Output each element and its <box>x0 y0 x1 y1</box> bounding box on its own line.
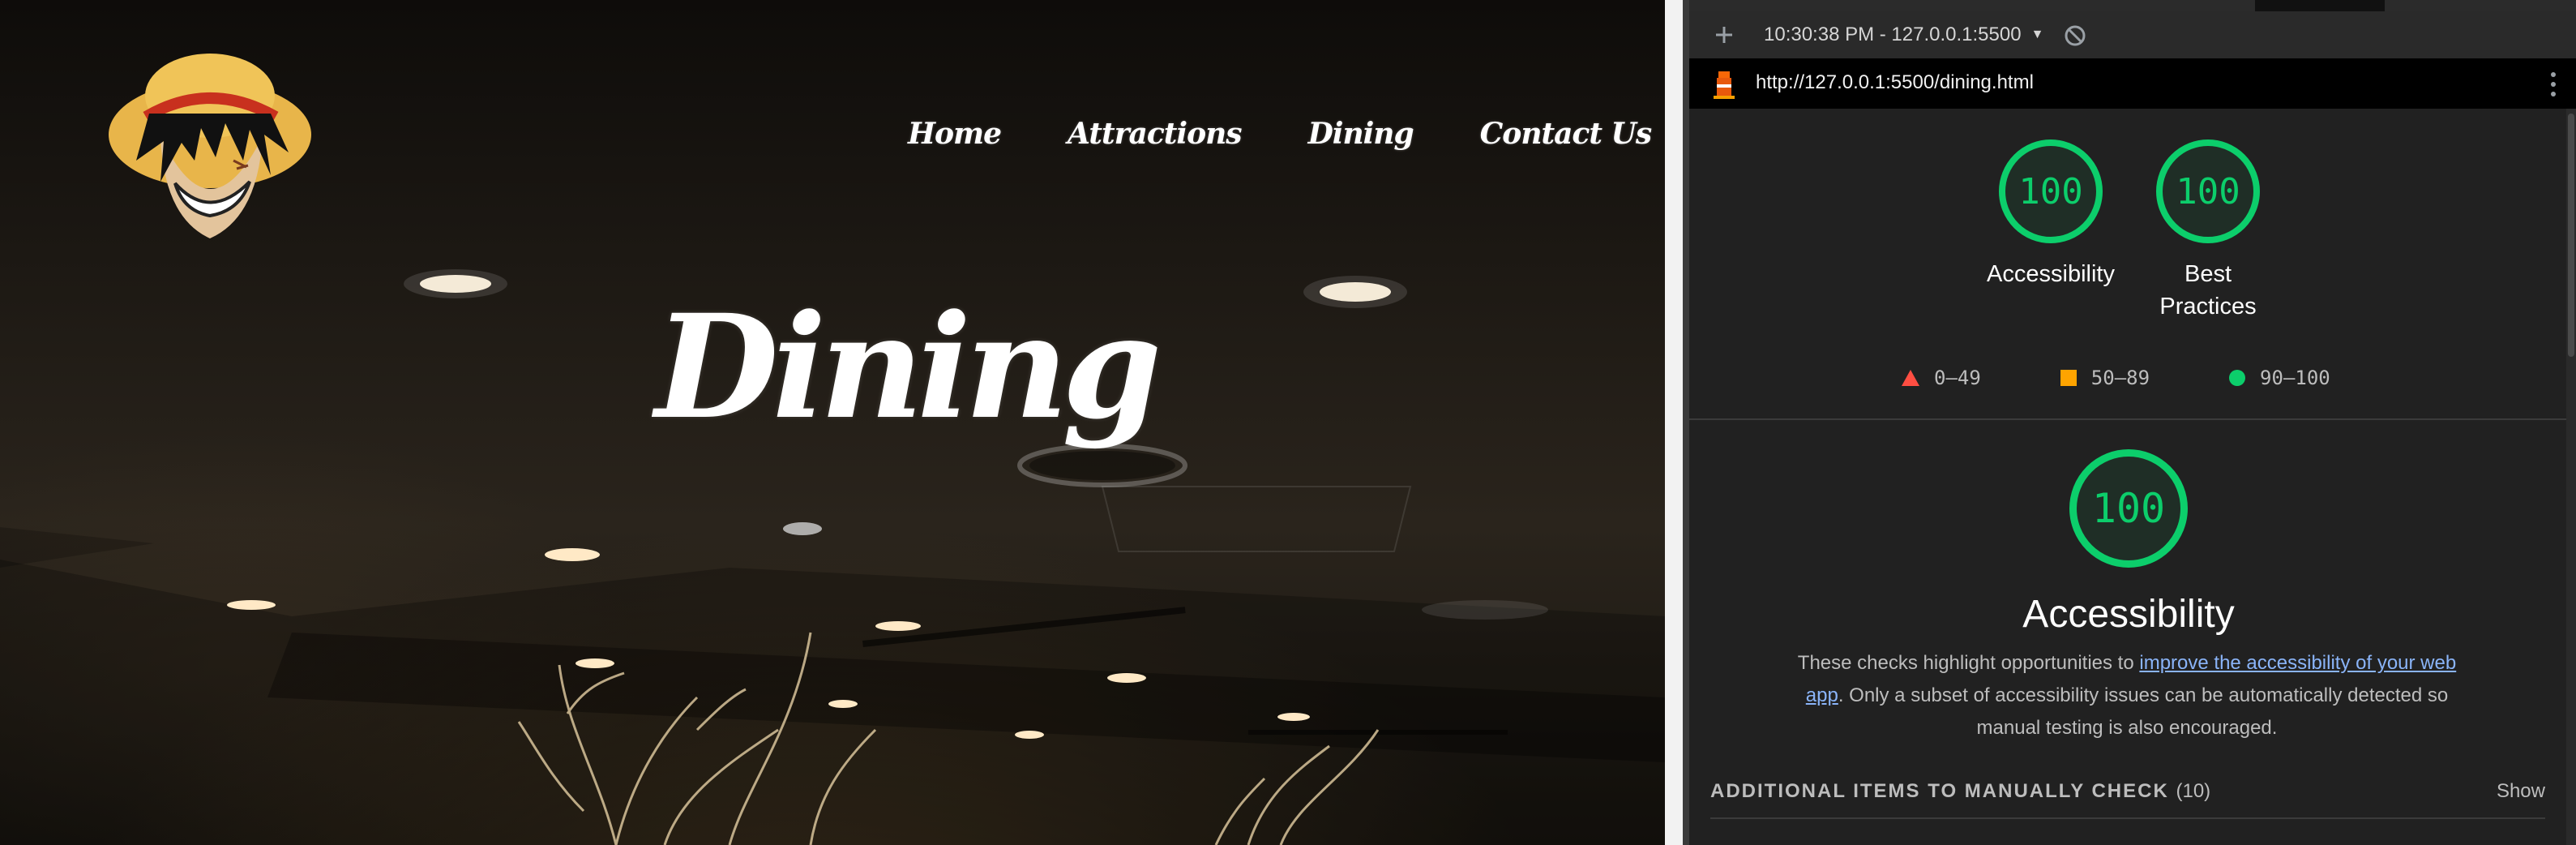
nav-link-attractions[interactable]: Attractions <box>1068 117 1243 151</box>
site-nav: Home Attractions Dining Contact Us <box>908 117 1653 151</box>
category-description: These checks highlight opportunities to … <box>1795 647 2459 744</box>
gauge-accessibility[interactable]: 100 Accessibility <box>1978 139 2124 290</box>
report-select-label: 10:30:38 PM - 127.0.0.1:5500 <box>1764 24 2022 45</box>
gauge-score: 100 <box>1999 139 2103 243</box>
report-select[interactable]: 10:30:38 PM - 127.0.0.1:5500 ▼ <box>1764 24 2043 46</box>
manual-checks-title: ADDITIONAL ITEMS TO MANUALLY CHECK <box>1710 780 2169 802</box>
nav-link-dining[interactable]: Dining <box>1308 117 1414 151</box>
dropdown-caret-icon: ▼ <box>2030 28 2044 41</box>
gauge-best-practices[interactable]: 100 Best Practices <box>2135 139 2281 323</box>
square-icon <box>2060 370 2077 386</box>
scrollbar[interactable] <box>2566 109 2576 845</box>
legend-label: 50–89 <box>2090 367 2150 389</box>
circle-icon <box>2229 370 2246 386</box>
kebab-menu-icon[interactable] <box>2545 68 2561 101</box>
legend-average: 50–89 <box>2060 367 2150 389</box>
gauge-label: Best Practices <box>2159 261 2257 320</box>
lighthouse-favicon-icon <box>1714 71 1735 99</box>
legend-fail: 0–49 <box>1902 367 1981 389</box>
report-url-bar: http://127.0.0.1:5500/dining.html <box>1689 58 2576 109</box>
hero-title: Dining <box>655 283 1162 451</box>
lighthouse-panel: 10:30:38 PM - 127.0.0.1:5500 ▼ http://127… <box>1689 0 2576 845</box>
website-preview: Home Attractions Dining Contact Us Dinin… <box>0 0 1665 845</box>
nav-link-contact-us[interactable]: Contact Us <box>1480 117 1653 151</box>
gauge-score: 100 <box>2156 139 2260 243</box>
lighthouse-toolbar: 10:30:38 PM - 127.0.0.1:5500 ▼ <box>1689 11 2576 59</box>
show-button[interactable]: Show <box>2497 780 2545 803</box>
manual-checks-heading: ADDITIONAL ITEMS TO MANUALLY CHECK (10) <box>1710 780 2210 803</box>
category-score: 100 <box>2069 449 2188 568</box>
manual-checks-count: (10) <box>2176 780 2211 802</box>
category-gauge-accessibility: 100 Accessibility <box>2007 449 2250 637</box>
plus-icon[interactable] <box>1710 21 1738 49</box>
divider <box>1689 418 2566 420</box>
gauge-label: Accessibility <box>1987 261 2115 287</box>
category-title: Accessibility <box>2022 593 2235 636</box>
pane-divider[interactable] <box>1665 0 1689 845</box>
nav-link-home[interactable]: Home <box>908 117 1002 151</box>
legend-pass: 90–100 <box>2229 367 2330 389</box>
report-url: http://127.0.0.1:5500/dining.html <box>1756 71 2034 93</box>
luffy-logo-icon[interactable] <box>104 39 316 242</box>
clear-icon[interactable] <box>2062 23 2088 49</box>
legend-label: 90–100 <box>2260 367 2330 389</box>
description-text: These checks highlight opportunities to <box>1797 652 2140 674</box>
triangle-icon <box>1902 370 1919 386</box>
scrollbar-thumb[interactable] <box>2568 114 2574 357</box>
manual-checks-group[interactable]: ADDITIONAL ITEMS TO MANUALLY CHECK (10) … <box>1710 779 2545 819</box>
legend-label: 0–49 <box>1934 367 1981 389</box>
devtools-tab-strip <box>1689 0 2576 13</box>
score-legend: 0–49 50–89 90–100 <box>1902 367 2330 389</box>
description-text: . Only a subset of accessibility issues … <box>1838 684 2449 739</box>
